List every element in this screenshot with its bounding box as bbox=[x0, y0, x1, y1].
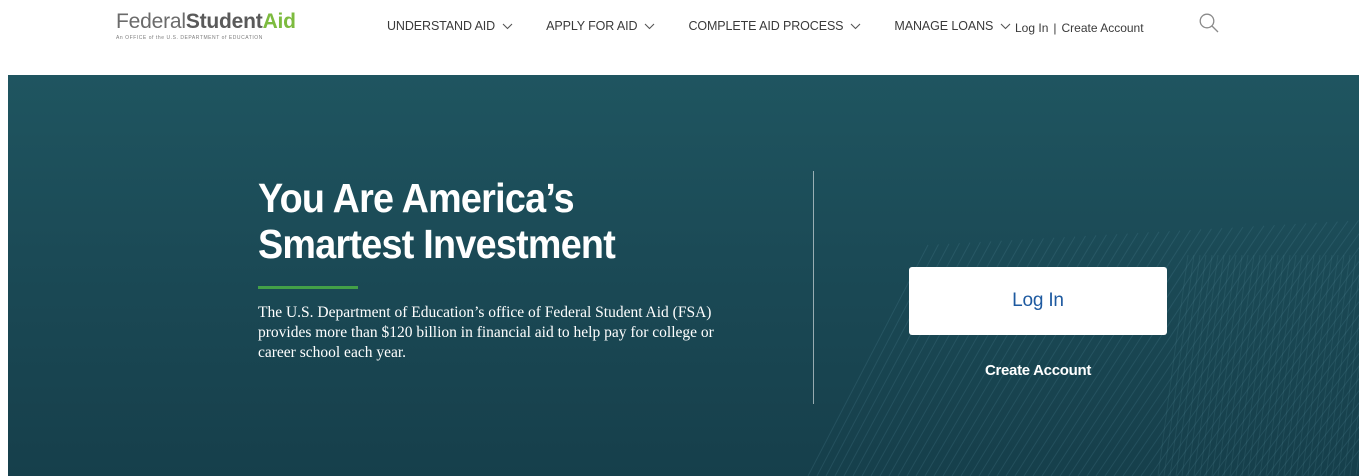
hero-description: The U.S. Department of Education’s offic… bbox=[258, 304, 714, 361]
hero-pattern-line bbox=[1253, 254, 1285, 476]
hero-pattern-line bbox=[1319, 254, 1351, 476]
chevron-down-icon bbox=[851, 23, 861, 29]
logo-aid-text: Aid bbox=[262, 10, 296, 33]
hero-pattern-line bbox=[1149, 221, 1328, 476]
fsa-logo[interactable]: FederalStudentAid An OFFICE of the U.S. … bbox=[116, 10, 296, 41]
header-create-account-link[interactable]: Create Account bbox=[1062, 21, 1144, 35]
logo-federal-text: Federal bbox=[116, 10, 186, 33]
hero-pattern-line bbox=[1122, 223, 1296, 476]
chevron-down-icon bbox=[1000, 23, 1011, 29]
link-separator: | bbox=[1053, 21, 1057, 35]
main-nav: UNDERSTAND AID APPLY FOR AID COMPLETE AI… bbox=[387, 19, 1011, 33]
hero-title-line1: You Are America’s bbox=[258, 175, 575, 221]
hero-title-line2: Smartest Investment bbox=[258, 221, 616, 267]
header-login-link[interactable]: Log In bbox=[1015, 21, 1048, 35]
nav-apply-for-aid[interactable]: APPLY FOR AID bbox=[546, 19, 655, 33]
nav-complete-aid-process-label: COMPLETE AID PROCESS bbox=[688, 19, 844, 33]
nav-understand-aid[interactable]: UNDERSTAND AID bbox=[387, 19, 513, 33]
hero-pattern-line bbox=[1205, 254, 1237, 476]
logo-wordmark: FederalStudentAid bbox=[116, 10, 296, 34]
hero-pattern-line bbox=[1223, 254, 1255, 476]
nav-apply-for-aid-label: APPLY FOR AID bbox=[546, 19, 638, 33]
hero-pattern-line bbox=[1239, 314, 1359, 476]
search-icon bbox=[1199, 13, 1219, 33]
hero-pattern-line bbox=[1271, 254, 1303, 476]
create-account-link[interactable]: Create Account bbox=[909, 362, 1167, 379]
account-links: Log In | Create Account bbox=[1015, 21, 1144, 35]
chevron-down-icon bbox=[502, 23, 513, 29]
hero-title: You Are America’s Smartest Investment bbox=[258, 175, 736, 267]
hero-pattern-line bbox=[1221, 287, 1359, 476]
hero-pattern-line bbox=[1169, 254, 1201, 476]
nav-understand-aid-label: UNDERSTAND AID bbox=[387, 19, 496, 33]
hero-pattern-line bbox=[1131, 223, 1307, 476]
hero-pattern-line bbox=[1283, 254, 1315, 476]
nav-manage-loans-label: MANAGE LOANS bbox=[894, 19, 994, 33]
logo-student-text: Student bbox=[185, 10, 263, 33]
chevron-down-icon bbox=[645, 23, 655, 29]
search-button[interactable] bbox=[1198, 12, 1220, 34]
hero-pattern-line bbox=[1181, 254, 1213, 476]
hero-pattern-line bbox=[1158, 221, 1338, 476]
hero-pattern-line bbox=[1095, 225, 1265, 476]
login-button[interactable]: Log In bbox=[909, 267, 1167, 335]
hero-pattern-line bbox=[1199, 254, 1231, 476]
hero-pattern-line bbox=[1277, 254, 1309, 476]
nav-manage-loans[interactable]: MANAGE LOANS bbox=[894, 19, 1011, 33]
hero-banner: You Are America’s Smartest Investment Th… bbox=[8, 75, 1359, 476]
logo-tagline: An OFFICE of the U.S. DEPARTMENT of EDUC… bbox=[116, 35, 263, 41]
nav-complete-aid-process[interactable]: COMPLETE AID PROCESS bbox=[688, 19, 861, 33]
hero-pattern-line bbox=[1203, 260, 1359, 476]
hero-pattern-line bbox=[1167, 220, 1349, 476]
hero-pattern-line bbox=[1289, 254, 1321, 476]
hero-pattern-line bbox=[1301, 254, 1333, 476]
hero-divider bbox=[813, 171, 814, 404]
site-header: FederalStudentAid An OFFICE of the U.S. … bbox=[0, 0, 1359, 75]
hero-accent-rule bbox=[258, 286, 358, 289]
